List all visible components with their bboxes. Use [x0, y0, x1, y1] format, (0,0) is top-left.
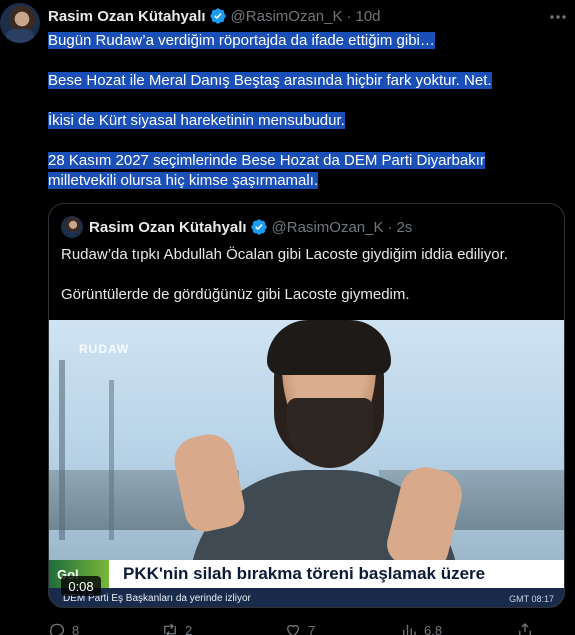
retweet-button[interactable]: 2 — [161, 621, 192, 635]
tweet-paragraph: Bese Hozat ile Meral Danış Beştaş arasın… — [48, 72, 492, 89]
person-beard — [287, 398, 373, 468]
author-avatar[interactable] — [0, 3, 40, 43]
person-hair — [267, 320, 391, 375]
quote-header: Rasim Ozan Kütahyalı @RasimOzan_K · 2s — [89, 218, 412, 236]
quote-paragraph: Görüntülerde de gördüğünüz gibi Lacoste … — [61, 286, 410, 303]
background-tower — [109, 380, 114, 540]
action-bar: 8 2 7 6,8 — [48, 620, 548, 635]
news-ticker: DEM Parti Eş Başkanları da yerinde izliy… — [49, 588, 564, 607]
tweet-time[interactable]: 10d — [355, 8, 380, 25]
video-player[interactable]: RUDAW Gol PKK'nin silah bırakma töreni b… — [49, 320, 564, 607]
more-options-icon[interactable] — [548, 10, 568, 24]
ticker-time: GMT 08:17 — [509, 593, 554, 604]
share-button[interactable] — [516, 621, 540, 635]
reply-count: 8 — [72, 622, 80, 635]
tweet: Rasim Ozan Kütahyalı @RasimOzan_K · 10d … — [0, 0, 575, 635]
retweet-icon — [164, 623, 176, 635]
tweet-text: Bugün Rudaw’a verdiğim röportajda da ifa… — [48, 31, 548, 191]
quote-time: 2s — [396, 218, 413, 236]
tweet-paragraph: İkisi de Kürt siyasal hareketinin mensub… — [48, 112, 345, 129]
separator-dot: · — [346, 7, 352, 25]
video-duration: 0:08 — [61, 576, 101, 596]
tweet-header: Rasim Ozan Kütahyalı @RasimOzan_K · 10d — [48, 7, 381, 25]
author-handle[interactable]: @RasimOzan_K — [231, 8, 343, 25]
quote-text: Rudaw’da tıpkı Abdullah Öcalan gibi Laco… — [61, 245, 551, 305]
separator-dot: · — [387, 218, 393, 236]
quote-author-avatar — [61, 216, 83, 238]
news-lower-third: Gol PKK'nin silah bırakma töreni başlama… — [49, 560, 564, 588]
background-tower — [59, 360, 65, 540]
like-count: 7 — [308, 622, 316, 635]
quoted-tweet[interactable]: Rasim Ozan Kütahyalı @RasimOzan_K · 2s R… — [48, 203, 565, 608]
reply-button[interactable]: 8 — [48, 621, 79, 635]
views-chart-icon — [403, 624, 416, 635]
heart-icon — [287, 624, 299, 635]
author-name[interactable]: Rasim Ozan Kütahyalı — [48, 8, 206, 25]
retweet-count: 2 — [185, 622, 193, 635]
quote-author-handle: @RasimOzan_K — [271, 218, 384, 236]
verified-badge-icon — [250, 219, 267, 235]
like-button[interactable]: 7 — [284, 621, 315, 635]
quote-paragraph: Rudaw’da tıpkı Abdullah Öcalan gibi Laco… — [61, 246, 508, 263]
tweet-paragraph: Bugün Rudaw’a verdiğim röportajda da ifa… — [48, 32, 435, 49]
lower-third-headline: PKK'nin silah bırakma töreni başlamak üz… — [123, 564, 486, 583]
tweet-paragraph: 28 Kasım 2027 seçimlerinde Bese Hozat da… — [48, 152, 485, 189]
reply-icon — [50, 623, 65, 635]
views-count: 6,8 — [424, 622, 443, 635]
channel-logo: RUDAW — [79, 342, 130, 356]
share-icon — [519, 623, 531, 635]
quote-author-name: Rasim Ozan Kütahyalı — [89, 218, 247, 236]
views-button[interactable]: 6,8 — [400, 621, 442, 635]
verified-badge-icon — [209, 8, 226, 24]
